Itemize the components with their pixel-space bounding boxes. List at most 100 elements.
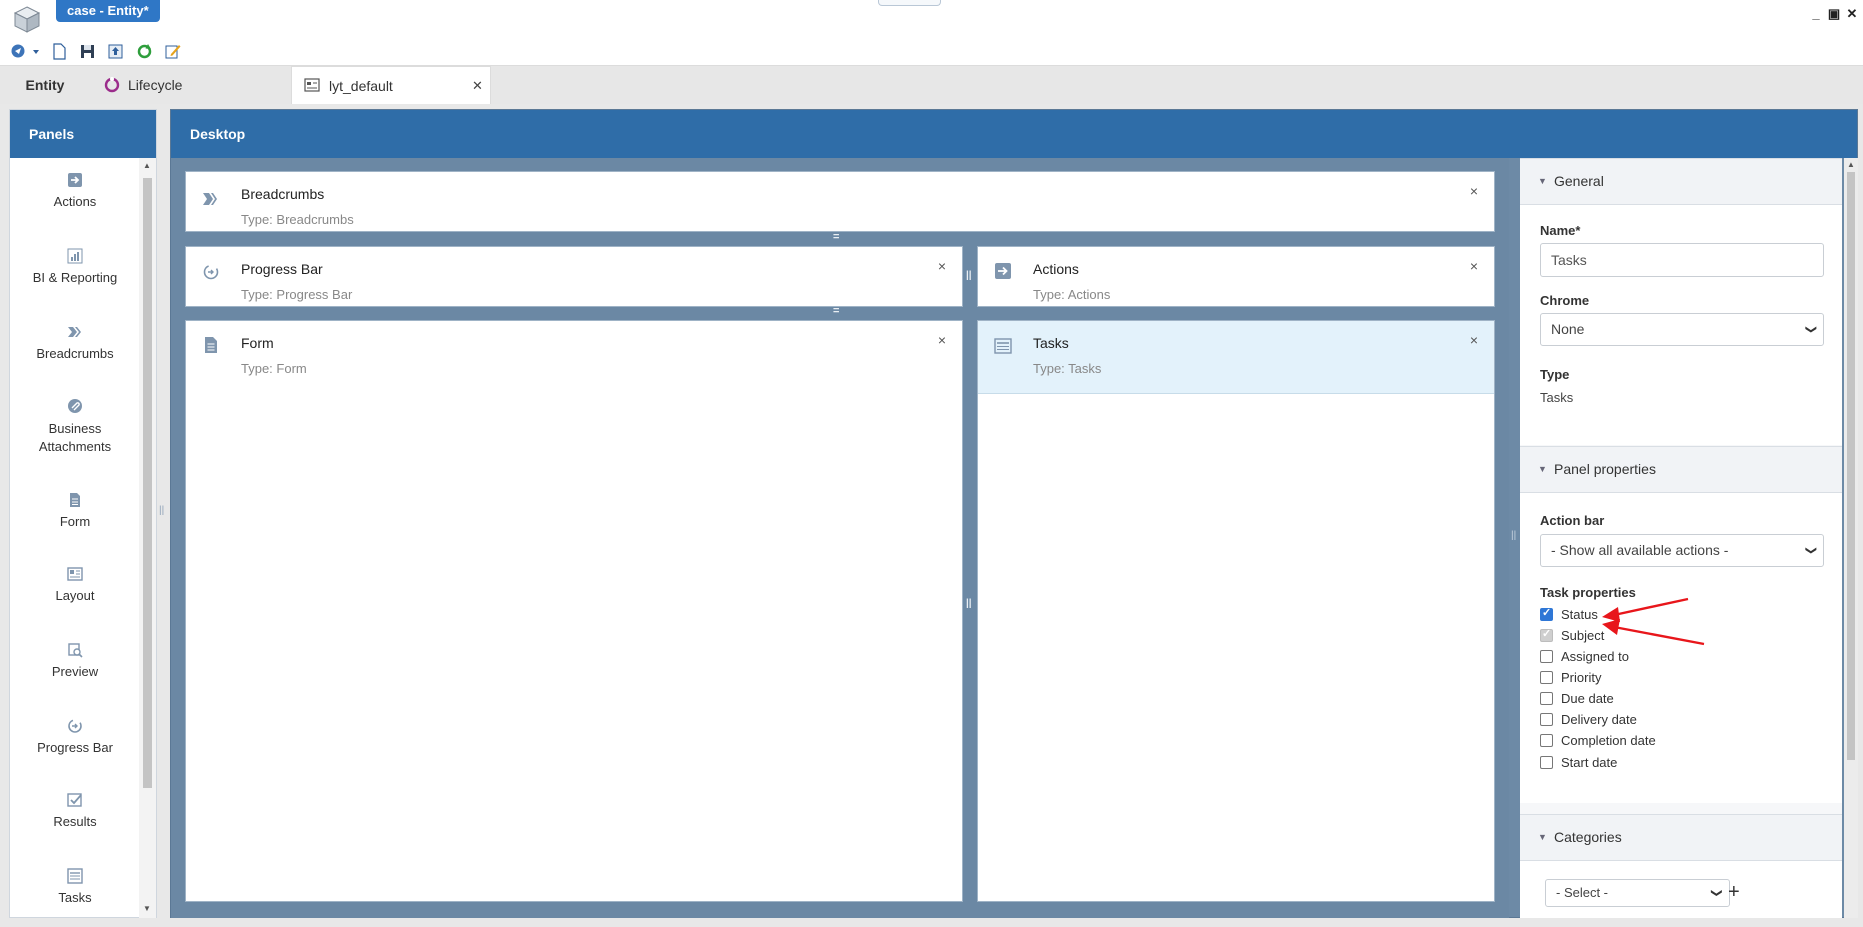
close-widget-icon[interactable]: × (1470, 183, 1478, 199)
action-bar-select[interactable]: - Show all available actions - ❯ (1540, 534, 1824, 567)
minimize-button[interactable]: _ (1808, 6, 1824, 21)
checkbox[interactable]: ✓ (1540, 607, 1553, 621)
scroll-thumb[interactable] (1847, 172, 1855, 760)
panel-item-layout[interactable]: Layout (10, 566, 140, 603)
widget-title: Form (241, 335, 274, 351)
tab-lifecycle[interactable]: Lifecycle (102, 66, 282, 104)
vertical-splitter-handle[interactable]: || (966, 598, 972, 609)
layout-icon (304, 78, 320, 92)
refresh-icon[interactable] (136, 43, 153, 60)
bar-chart-icon (67, 248, 83, 264)
document-tabs: Entity Lifecycle lyt_default ✕ (0, 65, 1863, 104)
checkbox[interactable] (1540, 650, 1553, 663)
close-tab-icon[interactable]: ✕ (472, 67, 483, 105)
checkbox[interactable] (1540, 734, 1553, 747)
checkbox: ✓ (1540, 628, 1553, 642)
restore-button[interactable]: ▣ (1826, 6, 1842, 22)
dropdown-icon[interactable] (31, 43, 41, 60)
results-check-icon (67, 793, 82, 807)
tab-lyt-default[interactable]: lyt_default ✕ (291, 66, 491, 104)
task-properties-label: Task properties (1540, 585, 1636, 600)
collapse-caret-icon: ▼ (1538, 464, 1547, 474)
widget-form[interactable]: Form Type: Form × (185, 320, 963, 902)
panels-sidebar: Panels Actions BI & Reporting Breadcrumb… (9, 109, 157, 918)
section-categories-body: - Select - ❯ + (1520, 861, 1842, 918)
app-cube-logo-icon (13, 6, 41, 33)
panel-item-breadcrumbs[interactable]: Breadcrumbs (10, 324, 140, 361)
navigate-icon[interactable] (10, 43, 27, 60)
form-icon (70, 493, 80, 507)
collapse-caret-icon: ▼ (1538, 832, 1547, 842)
chrome-label: Chrome (1540, 293, 1590, 308)
chevron-down-icon: ❯ (1804, 324, 1817, 335)
scroll-down-icon[interactable]: ▼ (143, 904, 151, 913)
tab-label: Lifecycle (128, 77, 183, 93)
checkbox[interactable] (1540, 713, 1553, 726)
progress-icon (203, 264, 219, 280)
section-categories-header[interactable]: ▼ Categories (1520, 814, 1842, 861)
widget-progress-bar[interactable]: Progress Bar Type: Progress Bar × (185, 246, 963, 307)
widget-type: Type: Progress Bar (241, 287, 353, 302)
checkmark-icon: ✓ (1542, 628, 1552, 640)
panel-item-business-attachments[interactable]: Business Attachments (10, 398, 140, 456)
panel-item-preview[interactable]: Preview (10, 642, 140, 679)
save-icon[interactable] (79, 43, 96, 60)
breadcrumbs-icon (203, 193, 217, 205)
panel-item-bi-reporting[interactable]: BI & Reporting (10, 248, 140, 285)
vertical-splitter-handle[interactable]: || (966, 270, 972, 281)
collapse-caret-icon: ▼ (1538, 176, 1547, 186)
close-widget-icon[interactable]: × (938, 332, 946, 348)
widget-title: Tasks (1033, 335, 1069, 351)
close-widget-icon[interactable]: × (1470, 258, 1478, 274)
widget-breadcrumbs[interactable]: Breadcrumbs Type: Breadcrumbs × (185, 171, 1495, 232)
checkmark-icon: ✓ (1542, 607, 1552, 619)
top-drag-handle[interactable] (878, 0, 941, 6)
scroll-thumb[interactable] (143, 178, 152, 788)
panel-item-form[interactable]: Form (10, 492, 140, 529)
properties-scrollbar[interactable]: ▲ (1844, 158, 1858, 918)
category-select[interactable]: - Select - ❯ (1545, 879, 1730, 907)
section-panel-properties-header[interactable]: ▼ Panel properties (1520, 446, 1842, 493)
title-bar: case - Entity* _ ▣ ✕ (0, 0, 1863, 36)
widget-title: Actions (1033, 261, 1079, 277)
scroll-up-icon[interactable]: ▲ (143, 161, 151, 170)
right-splitter-handle[interactable]: || (1511, 530, 1516, 541)
publish-icon[interactable] (107, 43, 124, 60)
section-panel-properties-body: Action bar - Show all available actions … (1520, 493, 1842, 803)
checkbox[interactable] (1540, 756, 1553, 769)
widget-type: Type: Form (241, 361, 307, 376)
left-splitter-handle[interactable]: || (159, 505, 164, 516)
close-window-button[interactable]: ✕ (1844, 6, 1860, 22)
widget-title: Progress Bar (241, 261, 323, 277)
widget-type: Type: Actions (1033, 287, 1111, 302)
attachment-icon (68, 399, 82, 413)
panel-item-progress-bar[interactable]: Progress Bar (10, 718, 140, 755)
section-general-header[interactable]: ▼ General (1520, 158, 1842, 205)
panels-scrollbar[interactable]: ▲ ▼ (139, 158, 156, 918)
widget-tasks[interactable]: Tasks Type: Tasks × (977, 320, 1495, 902)
close-widget-icon[interactable]: × (938, 258, 946, 274)
chevron-down-icon: ❯ (1804, 545, 1817, 556)
close-widget-icon[interactable]: × (1470, 332, 1478, 348)
arrow-right-icon (68, 173, 82, 187)
horizontal-splitter-handle[interactable]: = (833, 232, 839, 243)
checkbox[interactable] (1540, 671, 1553, 684)
edit-icon[interactable] (164, 43, 181, 60)
tab-label: lyt_default (329, 78, 393, 94)
scroll-up-icon[interactable]: ▲ (1847, 160, 1855, 169)
add-category-button[interactable]: + (1728, 881, 1740, 904)
horizontal-splitter-handle[interactable]: = (833, 306, 839, 317)
tab-entity[interactable]: Entity (0, 66, 90, 104)
new-document-icon[interactable] (51, 43, 68, 60)
layout-canvas: Breadcrumbs Type: Breadcrumbs × = Progre… (171, 158, 1509, 918)
panel-item-results[interactable]: Results (10, 792, 140, 829)
widget-type: Type: Tasks (1033, 361, 1102, 376)
widget-actions[interactable]: Actions Type: Actions × (977, 246, 1495, 307)
name-field[interactable]: Tasks (1540, 243, 1824, 277)
panel-item-tasks[interactable]: Tasks (10, 868, 140, 905)
panel-item-actions[interactable]: Actions (10, 172, 140, 209)
chrome-select[interactable]: None ❯ (1540, 313, 1824, 346)
checkbox[interactable] (1540, 692, 1553, 705)
lifecycle-icon (104, 77, 120, 93)
tasks-list-icon (67, 868, 83, 884)
